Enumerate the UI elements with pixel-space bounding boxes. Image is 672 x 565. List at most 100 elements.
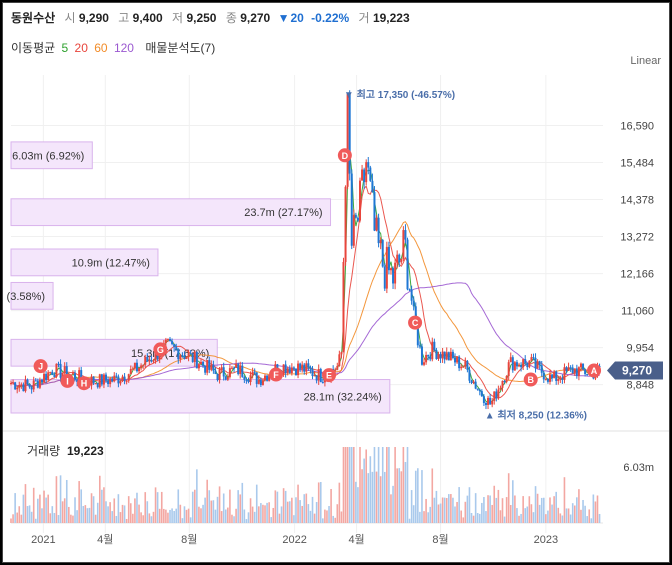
candle-body bbox=[313, 375, 316, 377]
volume-bar bbox=[53, 512, 56, 523]
volume-profile-label: 6.03m (6.92%) bbox=[12, 150, 84, 162]
volume-bar bbox=[375, 471, 378, 523]
candle-body bbox=[356, 217, 359, 221]
candle-body bbox=[208, 360, 211, 370]
volume-bar bbox=[396, 468, 398, 523]
candle-body bbox=[38, 379, 41, 388]
volume-bar bbox=[84, 505, 87, 523]
volume-bar bbox=[227, 507, 229, 523]
candle-body bbox=[569, 367, 572, 369]
volume-bar bbox=[270, 517, 273, 523]
candle-body bbox=[412, 300, 415, 307]
volume-bar bbox=[10, 518, 12, 523]
volume-bar bbox=[522, 496, 524, 523]
volume-bar bbox=[24, 484, 27, 523]
candle-body bbox=[544, 379, 547, 381]
volume-bar bbox=[280, 506, 283, 523]
candle-body bbox=[307, 363, 310, 368]
volume-bar bbox=[353, 447, 355, 523]
volume-bar bbox=[408, 518, 411, 523]
volume-bar bbox=[109, 502, 111, 523]
candle-body bbox=[551, 374, 554, 379]
candle-body bbox=[396, 254, 399, 263]
volume-bar bbox=[464, 501, 467, 523]
candle-body bbox=[460, 366, 463, 369]
volume-bar bbox=[386, 447, 388, 523]
candle-body bbox=[321, 382, 324, 384]
volume-bar bbox=[249, 498, 252, 523]
volume-bar bbox=[171, 508, 173, 523]
volume-bar bbox=[76, 510, 78, 523]
volume-bar bbox=[127, 496, 130, 523]
volume-bar bbox=[96, 502, 99, 523]
volume-profile-label: 23.7m (27.17%) bbox=[244, 207, 322, 219]
volume-bar bbox=[406, 447, 409, 523]
candle-body bbox=[546, 379, 549, 382]
candle-body bbox=[532, 357, 535, 359]
volume-bar bbox=[313, 513, 316, 523]
candle-body bbox=[305, 363, 308, 372]
volume-bar bbox=[173, 510, 175, 523]
volume-bar bbox=[578, 489, 580, 523]
candle-body bbox=[111, 378, 114, 382]
volume-bar bbox=[561, 515, 564, 523]
volume-panel-label: 거래량 bbox=[27, 444, 60, 458]
volume-profile-label: 3.12m (3.58%) bbox=[3, 291, 45, 303]
candle-body bbox=[218, 369, 221, 381]
volume-bar bbox=[365, 449, 367, 523]
candle-body bbox=[520, 365, 523, 368]
volume-bar bbox=[540, 497, 543, 523]
candle-body bbox=[342, 261, 345, 353]
volume-bar bbox=[148, 513, 151, 523]
price-chart[interactable]: 6.03m (6.92%) 23.7m (27.17%) 10.9m (12.47%… bbox=[3, 3, 669, 562]
volume-bar bbox=[487, 495, 489, 523]
volume-bar bbox=[28, 505, 31, 523]
candle-body bbox=[228, 368, 231, 378]
volume-bar bbox=[528, 496, 531, 523]
volume-bar bbox=[117, 494, 120, 523]
candle-body bbox=[123, 376, 126, 382]
candle-body bbox=[575, 368, 578, 376]
candle-body bbox=[389, 268, 392, 271]
candle-body bbox=[518, 365, 521, 367]
volume-bar bbox=[551, 504, 553, 523]
volume-bar bbox=[105, 501, 107, 523]
candle-body bbox=[185, 357, 188, 359]
volume-bar bbox=[559, 513, 562, 523]
candle-body bbox=[437, 354, 440, 359]
volume-bar bbox=[332, 515, 334, 523]
candle-body bbox=[408, 289, 411, 291]
time-tick-label: 2023 bbox=[534, 534, 558, 546]
candle-body bbox=[292, 367, 295, 369]
volume-bar bbox=[119, 512, 122, 523]
candle-body bbox=[197, 364, 200, 369]
candle-body bbox=[548, 374, 551, 382]
volume-bar bbox=[200, 508, 202, 523]
volume-bar bbox=[123, 505, 126, 523]
volume-bar bbox=[251, 506, 254, 523]
volume-bar bbox=[573, 505, 576, 523]
volume-bar bbox=[115, 515, 118, 523]
candle-body bbox=[104, 374, 107, 381]
candle-body bbox=[49, 371, 52, 373]
volume-bar bbox=[497, 489, 500, 523]
candle-body bbox=[454, 357, 456, 363]
volume-bar bbox=[286, 501, 289, 523]
candle-body bbox=[121, 376, 124, 382]
candle-body bbox=[55, 363, 58, 377]
candle-body bbox=[365, 162, 368, 183]
volume-bar bbox=[441, 497, 444, 523]
volume-bar bbox=[20, 514, 23, 523]
candle-body bbox=[294, 368, 297, 376]
volume-bar bbox=[563, 477, 566, 523]
volume-bar bbox=[452, 497, 454, 523]
volume-bar bbox=[505, 497, 508, 523]
volume-bar bbox=[70, 514, 72, 523]
time-tick-label: 2022 bbox=[282, 534, 306, 546]
volume-bar bbox=[495, 497, 498, 523]
event-marker-label: F bbox=[273, 370, 279, 380]
volume-bar bbox=[45, 497, 47, 523]
volume-bar bbox=[204, 497, 206, 523]
candle-body bbox=[166, 338, 169, 340]
candle-body bbox=[367, 162, 370, 168]
